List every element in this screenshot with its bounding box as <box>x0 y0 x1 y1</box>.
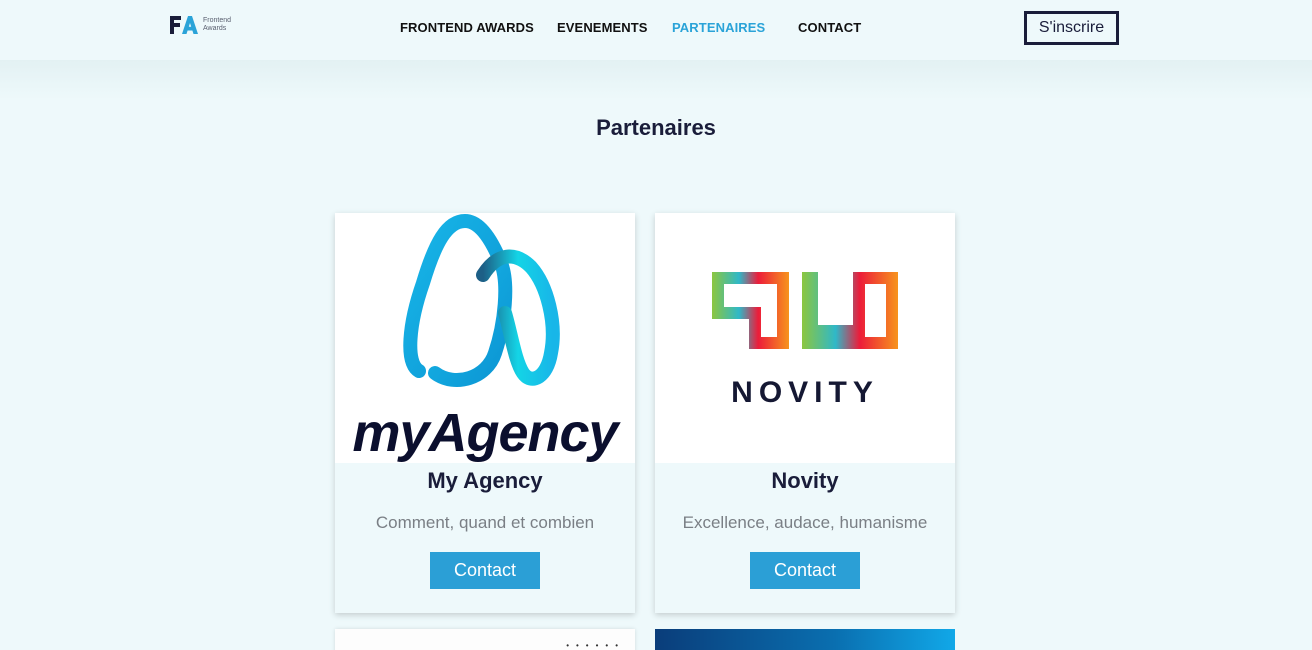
nav-link-frontend-awards[interactable]: FRONTEND AWARDS <box>400 20 534 35</box>
header-shadow <box>0 60 1312 100</box>
nav-link-contact[interactable]: CONTACT <box>798 20 861 35</box>
partner-card-partial <box>655 629 955 650</box>
top-navbar: Frontend Awards FRONTEND AWARDS EVENEMEN… <box>0 0 1312 60</box>
novity-wordmark: NOVITY <box>731 376 879 409</box>
partner-tagline: Comment, quand et combien <box>375 513 595 532</box>
partner-contact-button[interactable]: Contact <box>430 552 540 589</box>
brand-logo[interactable]: Frontend Awards <box>169 16 231 34</box>
partner-logo-image: NOVITY <box>655 213 955 463</box>
partner-card-partial: •••••• <box>335 629 635 650</box>
brand-line-2: Awards <box>203 25 227 32</box>
partner-contact-button[interactable]: Contact <box>750 552 860 589</box>
frontend-awards-logo-icon <box>169 16 199 34</box>
partner-logo-image: myAgency <box>335 213 635 463</box>
nav-link-partenaires[interactable]: PARTENAIRES <box>672 20 765 35</box>
partner-name: My Agency <box>427 468 543 493</box>
page-title: Partenaires <box>596 115 716 140</box>
myagency-wordmark: myAgency <box>352 403 618 463</box>
signup-button[interactable]: S'inscrire <box>1024 11 1119 45</box>
partner-card-novity: NOVITY Novity Excellence, audace, humani… <box>655 213 955 613</box>
partner-tagline: Excellence, audace, humanisme <box>682 513 928 532</box>
novity-logo-icon <box>712 272 898 349</box>
brand-line-1: Frontend <box>203 17 232 24</box>
nav-link-evenements[interactable]: EVENEMENTS <box>557 20 648 35</box>
brand-name: Frontend Awards <box>203 17 231 33</box>
partner-name: Novity <box>771 468 839 493</box>
partner-card-my-agency: myAgency My Agency Comment, quand et com… <box>335 213 635 613</box>
dots-decoration: •••••• <box>566 641 625 650</box>
